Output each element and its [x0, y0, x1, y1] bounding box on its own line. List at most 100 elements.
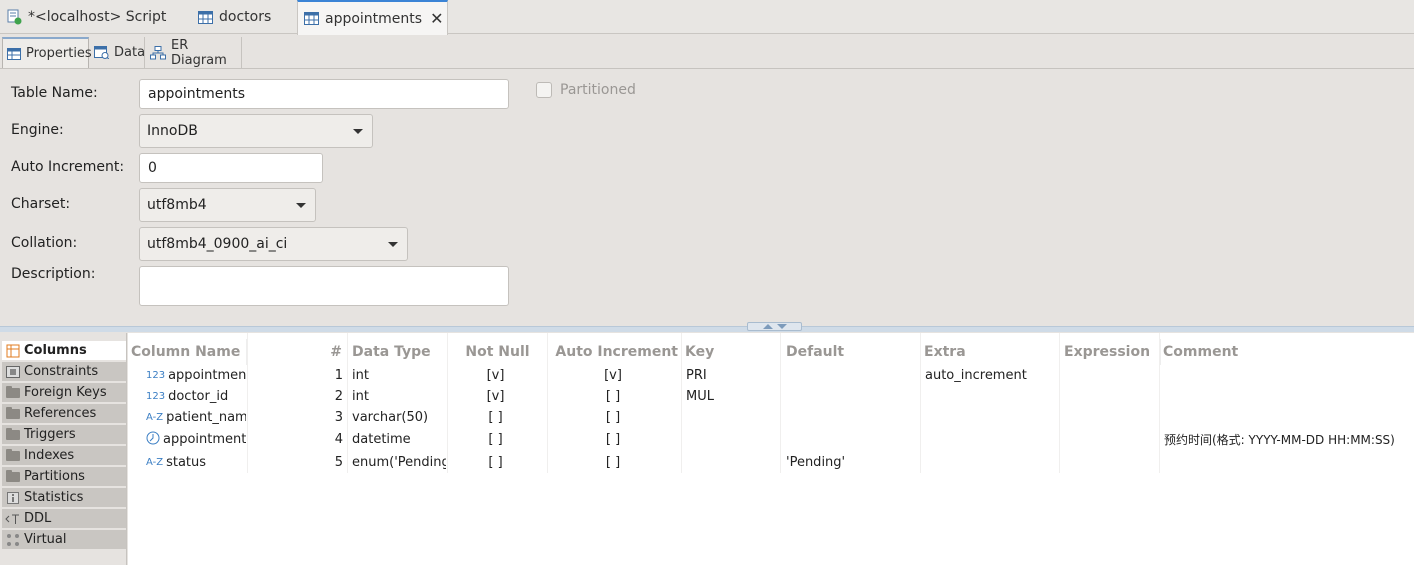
table-row-name[interactable]: appointment_: [146, 429, 246, 449]
table-row-name[interactable]: A-Z status: [146, 452, 246, 472]
nav-references[interactable]: References: [2, 404, 126, 424]
table-row-name[interactable]: 123 doctor_id: [146, 386, 246, 406]
auto-increment-cell[interactable]: [v]: [548, 365, 678, 385]
key-cell: MUL: [686, 388, 714, 404]
default-cell[interactable]: 'Pending': [786, 452, 916, 472]
comment-cell[interactable]: [1164, 407, 1409, 427]
auto-increment-cell[interactable]: [ ]: [548, 452, 678, 472]
charset-select[interactable]: utf8mb4: [139, 188, 316, 222]
default-cell[interactable]: [786, 365, 916, 385]
column-header-number[interactable]: #: [248, 339, 348, 365]
nav-triggers[interactable]: Triggers: [2, 425, 126, 445]
not-null-cell[interactable]: [v]: [448, 386, 543, 406]
auto-increment-cell[interactable]: [ ]: [548, 429, 678, 449]
key-cell: [686, 452, 776, 472]
engine-select[interactable]: InnoDB: [139, 114, 373, 148]
default-cell[interactable]: [786, 386, 916, 406]
column-header-default[interactable]: Default: [786, 339, 921, 365]
charset-value: utf8mb4: [147, 197, 207, 213]
table-icon: [198, 10, 213, 24]
extra-cell: [925, 452, 1055, 472]
table-row-name[interactable]: A-Zpatient_name: [146, 407, 246, 427]
chevron-down-icon: [296, 203, 306, 208]
folder-icon: [2, 469, 24, 482]
numeric-type-icon: 123: [146, 390, 166, 402]
column-header-name[interactable]: Column Name: [131, 339, 247, 365]
nav-label: Statistics: [24, 490, 84, 505]
engine-label: Engine:: [11, 122, 64, 138]
data-type-cell[interactable]: enum('Pending: [352, 452, 446, 472]
expression-cell[interactable]: [1064, 407, 1156, 427]
not-null-cell[interactable]: [ ]: [448, 429, 543, 449]
nav-label: Columns: [24, 343, 87, 358]
column-header-not-null[interactable]: Not Null: [448, 339, 548, 365]
column-header-expression[interactable]: Expression: [1064, 339, 1161, 365]
splitter-handle[interactable]: [747, 322, 802, 331]
nav-columns[interactable]: Columns: [2, 341, 126, 361]
tab-appointments[interactable]: appointments ✕: [297, 0, 448, 35]
comment-cell[interactable]: [1164, 452, 1409, 472]
not-null-cell[interactable]: [ ]: [448, 407, 543, 427]
nav-indexes[interactable]: Indexes: [2, 446, 126, 466]
expression-cell[interactable]: [1064, 452, 1156, 472]
data-type-cell[interactable]: int: [352, 386, 446, 406]
not-null-cell[interactable]: [v]: [448, 365, 543, 385]
nav-label: Partitions: [24, 469, 85, 484]
sub-tab-bar: Properties Data ER Diagram: [0, 35, 1414, 69]
nav-partitions[interactable]: Partitions: [2, 467, 126, 487]
collapse-up-icon: [762, 324, 773, 329]
tab-label: ER Diagram: [171, 37, 227, 68]
column-header-auto-increment[interactable]: Auto Increment: [548, 339, 682, 365]
nav-foreign-keys[interactable]: Foreign Keys: [2, 383, 126, 403]
folder-icon: [2, 406, 24, 419]
virtual-icon: [2, 533, 24, 547]
description-textarea[interactable]: [139, 266, 509, 306]
data-type-cell[interactable]: varchar(50): [352, 407, 446, 427]
datetime-type-icon: [146, 431, 160, 448]
nav-label: Virtual: [24, 532, 67, 547]
tab-doctors[interactable]: doctors: [198, 0, 271, 34]
table-name-input[interactable]: appointments: [139, 79, 509, 109]
auto-increment-cell[interactable]: [ ]: [548, 386, 678, 406]
comment-cell[interactable]: [1164, 386, 1409, 406]
column-name-cell: appointment_: [168, 367, 246, 383]
nav-label: Indexes: [24, 448, 75, 463]
table-icon: [304, 12, 319, 25]
column-header-extra[interactable]: Extra: [924, 339, 1060, 365]
panel-splitter[interactable]: [0, 326, 1414, 332]
column-header-comment[interactable]: Comment: [1163, 339, 1403, 365]
extra-cell: [925, 386, 1055, 406]
data-type-cell[interactable]: int: [352, 365, 446, 385]
column-header-key[interactable]: Key: [685, 339, 781, 365]
tab-er-diagram[interactable]: ER Diagram: [146, 37, 242, 68]
default-cell[interactable]: [786, 429, 916, 449]
table-row-name[interactable]: 123appointment_: [146, 365, 246, 385]
folder-icon: [2, 448, 24, 461]
default-cell[interactable]: [786, 407, 916, 427]
auto-increment-cell[interactable]: [ ]: [548, 407, 678, 427]
data-type-cell[interactable]: datetime: [352, 429, 446, 449]
nav-virtual[interactable]: Virtual: [2, 530, 126, 550]
nav-ddl[interactable]: DDL: [2, 509, 126, 529]
column-header-data-type[interactable]: Data Type: [352, 339, 448, 365]
chevron-down-icon: [353, 129, 363, 134]
expression-cell[interactable]: [1064, 365, 1156, 385]
tab-data[interactable]: Data: [90, 37, 145, 68]
tab-localhost-script[interactable]: *<localhost> Script: [6, 0, 166, 34]
expression-cell[interactable]: [1064, 429, 1156, 449]
auto-increment-input[interactable]: 0: [139, 153, 323, 183]
tab-properties[interactable]: Properties: [2, 37, 92, 68]
partitioned-label: Partitioned: [560, 82, 636, 98]
not-null-cell[interactable]: [ ]: [448, 452, 543, 472]
column-number-cell: 2: [334, 388, 343, 404]
partitioned-checkbox[interactable]: [536, 82, 552, 98]
nav-statistics[interactable]: Statistics: [2, 488, 126, 508]
collation-select[interactable]: utf8mb4_0900_ai_ci: [139, 227, 408, 261]
partitioned-checkbox-row[interactable]: Partitioned: [536, 82, 636, 98]
nav-constraints[interactable]: Constraints: [2, 362, 126, 382]
charset-label: Charset:: [11, 196, 71, 212]
expression-cell[interactable]: [1064, 386, 1156, 406]
comment-cell[interactable]: [1164, 365, 1409, 385]
close-icon[interactable]: ✕: [430, 9, 443, 28]
comment-cell[interactable]: 预约时间(格式: YYYY-MM-DD HH:MM:SS): [1164, 429, 1409, 449]
